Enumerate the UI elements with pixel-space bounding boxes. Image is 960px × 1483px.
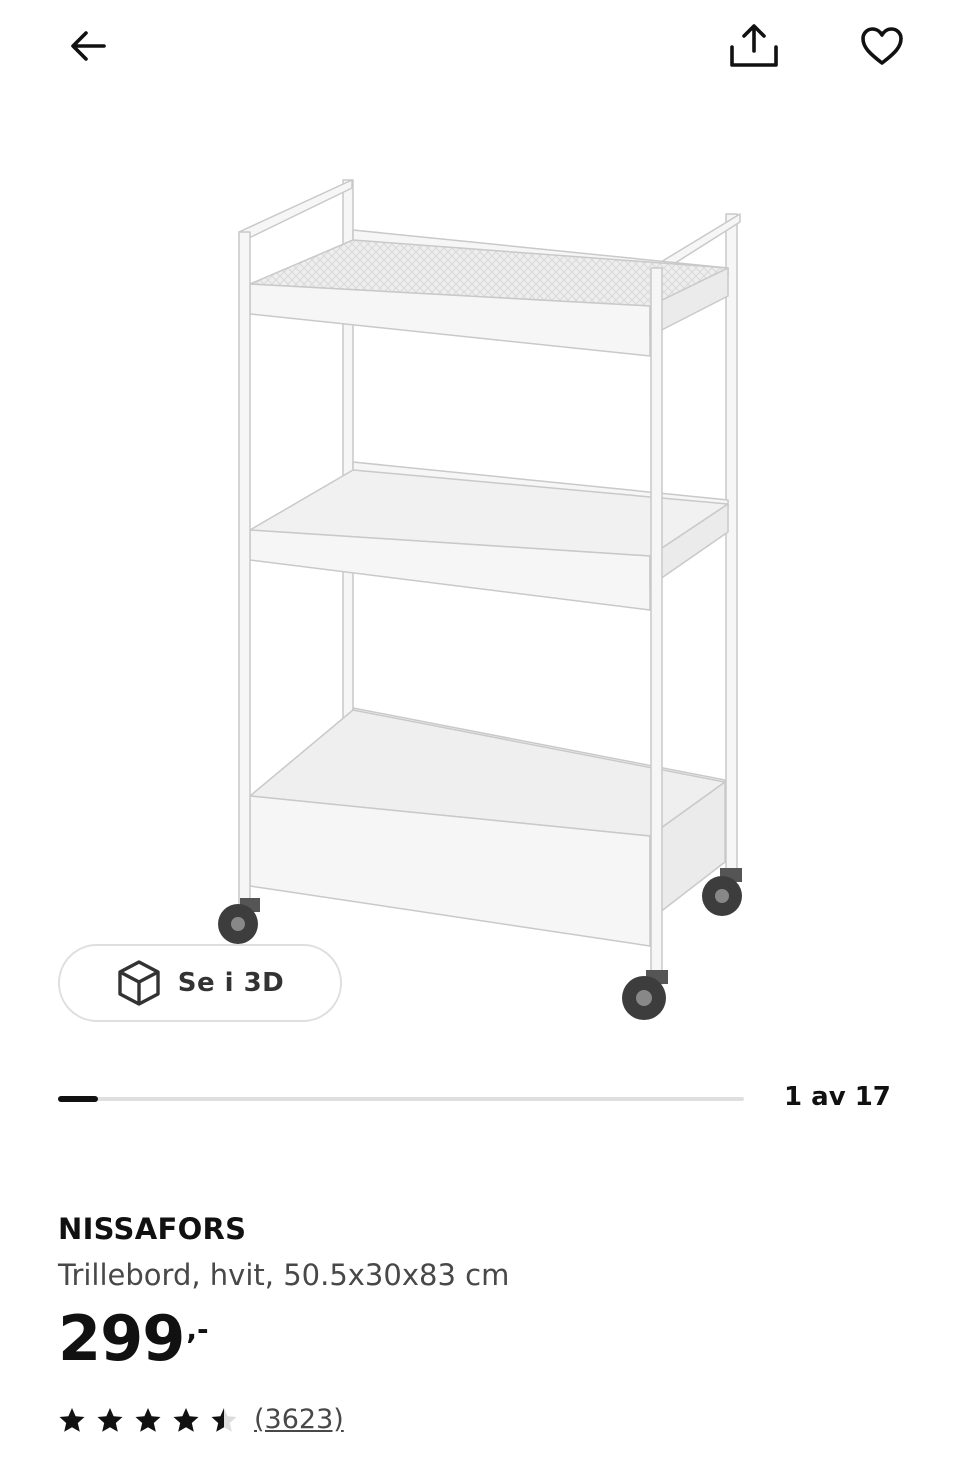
gallery-progress-fill (58, 1096, 99, 1102)
share-icon (730, 24, 778, 67)
star-icon (59, 1407, 85, 1432)
view-3d-label: Se i 3D (177, 968, 285, 998)
product-price: 299 ,- (58, 1308, 209, 1370)
product-description: Trillebord, hvit, 50.5x30x83 cm (58, 1258, 510, 1292)
share-button[interactable] (724, 16, 784, 76)
star-icon (135, 1407, 161, 1432)
cube-icon (118, 960, 160, 1006)
product-rating[interactable]: (3623) (58, 1404, 344, 1435)
rating-stars (58, 1406, 238, 1434)
favorite-button[interactable] (852, 16, 912, 76)
back-button[interactable] (58, 16, 118, 76)
product-name: NISSAFORS (58, 1212, 247, 1246)
star-icon (97, 1407, 123, 1432)
review-count-link[interactable]: (3623) (254, 1404, 344, 1435)
heart-icon (861, 27, 903, 65)
star-icon (211, 1407, 237, 1432)
price-suffix: ,- (186, 1313, 209, 1346)
gallery-counter: 1 av 17 (784, 1082, 891, 1112)
price-amount: 299 (58, 1302, 185, 1375)
view-3d-button[interactable]: Se i 3D (58, 944, 342, 1022)
product-image[interactable] (200, 160, 780, 1040)
arrow-left-icon (71, 31, 106, 61)
star-icon (173, 1407, 199, 1432)
gallery-progress[interactable] (58, 1096, 744, 1102)
